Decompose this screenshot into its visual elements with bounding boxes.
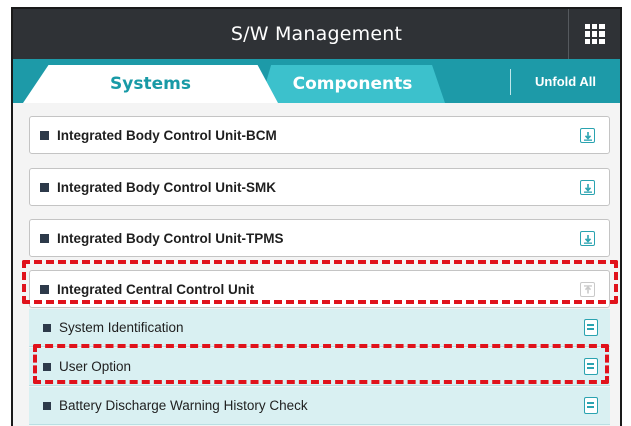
sub-item-battery-discharge[interactable]: Battery Discharge Warning History Check bbox=[29, 387, 610, 425]
system-label: Integrated Central Control Unit bbox=[57, 281, 255, 297]
document-icon[interactable] bbox=[584, 319, 598, 336]
page-title: S/W Management bbox=[230, 23, 403, 45]
bullet-icon bbox=[40, 130, 49, 140]
system-row-central-control[interactable]: Integrated Central Control Unit bbox=[29, 270, 610, 308]
systems-list: Integrated Body Control Unit-BCM Integra… bbox=[21, 103, 613, 426]
bullet-icon bbox=[43, 323, 51, 332]
system-label: Integrated Body Control Unit-TPMS bbox=[57, 230, 284, 246]
system-row-tpms[interactable]: Integrated Body Control Unit-TPMS bbox=[29, 219, 610, 257]
unfold-all-label: Unfold All bbox=[535, 73, 596, 89]
grid-icon bbox=[584, 24, 605, 44]
bullet-icon bbox=[40, 233, 49, 243]
system-row-smk[interactable]: Integrated Body Control Unit-SMK bbox=[29, 168, 610, 206]
sub-item-system-identification[interactable]: System Identification bbox=[29, 309, 610, 347]
title-bar: S/W Management bbox=[13, 9, 620, 59]
system-label: Integrated Body Control Unit-SMK bbox=[57, 179, 276, 195]
tab-components-label: Components bbox=[292, 74, 413, 94]
download-icon[interactable] bbox=[580, 180, 595, 195]
sub-item-label: User Option bbox=[59, 359, 132, 374]
bullet-icon bbox=[43, 362, 51, 371]
upload-icon[interactable] bbox=[580, 282, 595, 297]
bullet-icon bbox=[43, 401, 51, 410]
download-icon[interactable] bbox=[580, 128, 595, 143]
sub-item-user-option[interactable]: User Option bbox=[29, 348, 610, 386]
menu-button[interactable] bbox=[568, 9, 620, 59]
tab-systems[interactable]: Systems bbox=[23, 65, 278, 103]
sw-management-window: S/W Management Components Systems Unfold… bbox=[11, 7, 622, 426]
document-icon[interactable] bbox=[584, 397, 598, 414]
system-label: Integrated Body Control Unit-BCM bbox=[57, 127, 277, 143]
sub-item-label: System Identification bbox=[59, 320, 184, 335]
tab-bar: Components Systems Unfold All bbox=[13, 59, 620, 103]
bullet-icon bbox=[40, 182, 49, 192]
sub-item-label: Battery Discharge Warning History Check bbox=[59, 398, 308, 413]
document-icon[interactable] bbox=[584, 358, 598, 375]
system-row-bcm[interactable]: Integrated Body Control Unit-BCM bbox=[29, 116, 610, 154]
tab-systems-label: Systems bbox=[110, 74, 191, 94]
unfold-all-button[interactable]: Unfold All bbox=[511, 59, 620, 103]
download-icon[interactable] bbox=[580, 231, 595, 246]
tab-components[interactable]: Components bbox=[260, 65, 445, 103]
bullet-icon bbox=[40, 284, 49, 294]
